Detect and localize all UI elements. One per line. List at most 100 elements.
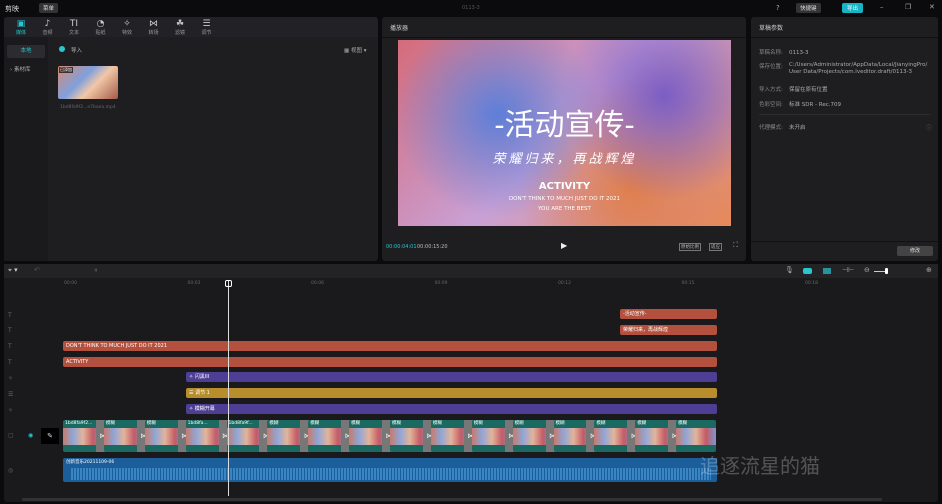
microphone-icon[interactable]: 🎙: [785, 266, 794, 274]
zoom-in-icon[interactable]: ⊕: [926, 266, 932, 274]
maximize-icon[interactable]: ❐: [905, 3, 911, 11]
zoom-slider-handle[interactable]: [885, 268, 888, 274]
select-tool-icon[interactable]: ⌖ ▾: [8, 266, 18, 275]
import-icon[interactable]: [59, 46, 65, 52]
effects-icon: ✧: [123, 19, 131, 29]
video-clip[interactable]: 模糊: [676, 420, 716, 452]
sidebar-item-label: 素材库: [13, 67, 31, 73]
text-clip[interactable]: DON'T THINK TO MUCH JUST DO IT 2021: [63, 341, 717, 351]
tab-filter[interactable]: ☘ 滤镜: [167, 19, 193, 36]
media-thumbnail[interactable]: 已添加: [58, 66, 118, 99]
text-track-icon: T: [8, 359, 12, 366]
text-track-icon: T: [8, 312, 12, 319]
tab-label: 特效: [121, 30, 132, 36]
play-button[interactable]: ▶: [561, 241, 567, 250]
clip-label: 模糊: [678, 421, 688, 426]
tab-label: 贴纸: [95, 30, 106, 36]
media-icon: ▣: [16, 19, 26, 29]
draft-row-color: 色彩空间: 标准 SDR - Rec.709: [759, 100, 929, 108]
draft-title: 草稿参数: [759, 25, 784, 32]
row-key: 代理模式:: [759, 125, 783, 131]
menu-button[interactable]: 菜单: [39, 3, 59, 13]
main-track-magnet-toggle[interactable]: [803, 268, 812, 274]
transition-icon: ⋈: [149, 19, 158, 29]
effect-clip[interactable]: ✧ 闪黑III: [186, 372, 717, 382]
ruler-tick: 00:18: [805, 281, 818, 286]
tab-transition[interactable]: ⋈ 转场: [141, 19, 167, 36]
cover-edit-button[interactable]: ✎: [41, 428, 59, 444]
draft-row-path: 保存位置: C:/Users/Administrator/AppData/Loca…: [759, 62, 929, 76]
video-preview[interactable]: -活动宣传- 荣耀归来，再战辉煌 ACTIVITY DON'T THINK TO…: [398, 40, 731, 226]
effect-track-icon: ✧: [8, 375, 14, 382]
player-panel: 播放器 -活动宣传- 荣耀归来，再战辉煌 ACTIVITY DON'T THIN…: [382, 17, 746, 261]
draft-row-name: 草稿名称: 0113-3: [759, 48, 929, 56]
sidebar-item-local[interactable]: 本地: [7, 45, 45, 58]
text-track-icon: T: [8, 343, 12, 350]
player-title: 播放器: [390, 25, 409, 32]
modify-button[interactable]: 修改: [897, 246, 933, 256]
tab-text[interactable]: TI 文本: [61, 19, 87, 36]
row-value: 标准 SDR - Rec.709: [789, 102, 842, 108]
preview-title: -活动宣传-: [494, 108, 635, 143]
text-clip[interactable]: 荣耀归来，再战辉煌: [620, 325, 717, 335]
text-clip[interactable]: -活动宣传-: [620, 309, 717, 319]
adjust-icon: ☰: [202, 19, 211, 29]
ratio-button[interactable]: 原始比例: [679, 243, 701, 251]
import-button[interactable]: 导入: [71, 46, 82, 54]
clip-thumbnail: [676, 428, 716, 445]
tab-audio[interactable]: ♪ 音频: [35, 19, 61, 36]
adjust-clip[interactable]: ☰ 调节 1: [186, 388, 717, 398]
ruler-tick: 00:03: [187, 281, 201, 286]
ruler-tick: 00:15: [681, 281, 695, 286]
ruler-tick: 00:09: [434, 281, 448, 286]
preview-line2: YOU ARE THE BEST: [538, 206, 591, 212]
divider: [382, 37, 746, 38]
draft-panel: 草稿参数 草稿名称: 0113-3 保存位置: C:/Users/Administr…: [751, 17, 938, 261]
preview-axis-icon[interactable]: ⊣⊢: [842, 266, 854, 274]
playhead-handle[interactable]: [225, 280, 232, 287]
split-icon[interactable]: ⏸: [94, 266, 98, 275]
timeline-toolbar: ⌖ ▾ ↶ ⏸ 🎙 ⊣⊢ ⊖ ⊕: [4, 264, 938, 278]
link-toggle[interactable]: [823, 268, 831, 274]
ruler-tick: 00:06: [311, 281, 324, 286]
row-key: 导入方式:: [759, 87, 783, 93]
row-key: 保存位置:: [759, 64, 783, 70]
fullscreen-icon[interactable]: ⛶: [733, 241, 738, 250]
export-button[interactable]: 导出: [842, 3, 864, 13]
text-clip[interactable]: ACTIVITY: [63, 357, 717, 367]
view-toggle[interactable]: ▦ 视图 ▾: [344, 46, 366, 54]
close-icon[interactable]: ✕: [929, 3, 935, 11]
playhead[interactable]: [228, 281, 229, 496]
minimize-icon[interactable]: –: [880, 3, 884, 11]
zoom-out-icon[interactable]: ⊖: [864, 266, 870, 274]
shortcut-button[interactable]: 快捷键: [796, 3, 821, 13]
row-key: 色彩空间:: [759, 102, 783, 108]
track-lock-icon[interactable]: ◉: [28, 432, 33, 439]
audio-track-icon: ◎: [8, 467, 14, 474]
tab-label: 文本: [68, 30, 79, 36]
undo-icon[interactable]: ↶: [34, 266, 40, 274]
video-track-icon: ▢: [8, 432, 14, 439]
timeline-scrollbar[interactable]: [22, 498, 882, 501]
media-panel: ▣ 媒体 ♪ 音频 TI 文本 ◔ 贴纸 ✧ 特效 ⋈ 转场 ☘ 滤镜 ☰ 调节 本地 › 素材库 导入 ▦ …: [4, 17, 378, 261]
tab-label: 调节: [201, 30, 212, 36]
info-icon[interactable]: ⓘ: [926, 123, 932, 132]
title-bar: 剪映 菜单 0113-3 ? 快捷键 导出 – ❐ ✕: [0, 0, 942, 17]
tab-effects[interactable]: ✧ 特效: [114, 19, 140, 36]
tab-sticker[interactable]: ◔ 贴纸: [88, 19, 114, 36]
added-badge: 已添加: [59, 67, 73, 73]
audio-clip[interactable]: 创新音乐20211109-06: [63, 458, 717, 482]
fit-button[interactable]: 适应: [709, 243, 722, 251]
view-label: 视图: [350, 48, 362, 54]
row-value: 保留在原有位置: [789, 87, 828, 93]
effect-clip[interactable]: ✧ 模糊开幕: [186, 404, 717, 414]
filter-icon: ☘: [175, 19, 185, 29]
help-icon[interactable]: ?: [776, 4, 780, 12]
draft-row-import: 导入方式: 保留在原有位置: [759, 85, 929, 93]
divider: [751, 241, 938, 242]
tab-media[interactable]: ▣ 媒体: [8, 19, 34, 36]
tool-tabs: ▣ 媒体 ♪ 音频 TI 文本 ◔ 贴纸 ✧ 特效 ⋈ 转场 ☘ 滤镜 ☰ 调节: [4, 17, 378, 37]
audio-icon: ♪: [44, 19, 51, 29]
sidebar-item-library[interactable]: › 素材库: [10, 65, 30, 73]
tab-adjust[interactable]: ☰ 调节: [194, 19, 220, 36]
